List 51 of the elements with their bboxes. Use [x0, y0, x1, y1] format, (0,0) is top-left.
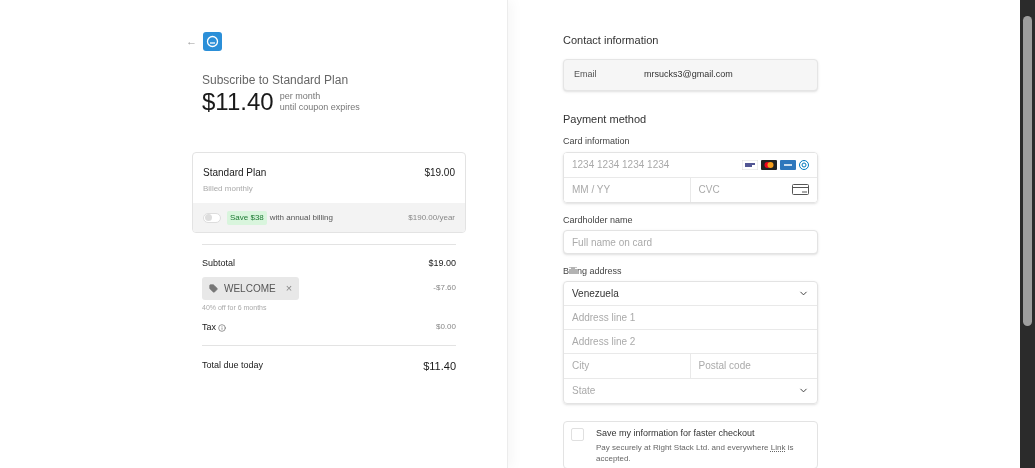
card-number-field[interactable]: 1234 1234 1234 1234 — [564, 152, 817, 178]
address-line-2-field[interactable]: Address line 2 — [564, 329, 817, 354]
cvc-card-icon — [792, 184, 809, 195]
price-note: until coupon expires — [279, 102, 360, 113]
scrollbar-thumb[interactable] — [1023, 16, 1032, 326]
subtotal-amount: $19.00 — [428, 257, 456, 270]
link[interactable]: Link — [770, 443, 786, 452]
back-button[interactable]: ← — [186, 36, 197, 47]
save-info-checkbox[interactable] — [571, 427, 584, 441]
country-select[interactable]: Venezuela — [564, 281, 817, 306]
address-line-1-field[interactable]: Address line 1 — [564, 305, 817, 330]
annual-price: $190.00/year — [408, 211, 455, 224]
expiry-field[interactable]: MM / YY — [564, 177, 691, 202]
annual-billing-label: with annual billing — [269, 211, 333, 224]
subtotal-label: Subtotal — [202, 257, 236, 270]
save-info-description: Pay securely at Right Stack Ltd. and everywhere Link is accepted. — [596, 442, 795, 464]
scrollbar[interactable] — [1020, 0, 1035, 468]
tag-icon — [209, 283, 218, 293]
info-icon[interactable] — [218, 323, 226, 332]
field-label: Billing address — [563, 265, 623, 278]
plan-name: Standard Plan — [203, 166, 267, 180]
cvc-field[interactable]: CVC — [690, 177, 817, 202]
section-title: Payment method — [563, 111, 648, 127]
tax-label: Tax — [202, 321, 216, 334]
remove-coupon-button[interactable]: × — [285, 282, 293, 294]
city-field[interactable]: City — [564, 353, 691, 378]
savings-badge: Save $38 — [227, 210, 267, 225]
coupon-code: WELCOME — [224, 281, 276, 296]
billing-period: Billed monthly — [203, 183, 254, 195]
card-brand-icon — [780, 159, 796, 170]
total-amount: $11.40 — [423, 358, 456, 374]
plan-price: $19.00 — [424, 166, 455, 180]
annual-billing-toggle[interactable] — [203, 212, 221, 223]
cardholder-name-field[interactable]: Full name on card — [563, 230, 818, 254]
discount-amount: -$7.60 — [433, 282, 456, 294]
logo-icon — [203, 32, 222, 51]
field-label: Card information — [563, 135, 631, 148]
field-label: Cardholder name — [563, 213, 634, 227]
plan-title: Subscribe to Standard Plan — [202, 72, 350, 89]
card-brand-icon — [742, 159, 758, 170]
card-brand-icon — [799, 159, 809, 170]
section-title: Contact information — [563, 33, 660, 48]
total-label: Total due today — [202, 359, 264, 372]
save-info-title: Save my information for faster checkout — [596, 426, 756, 440]
price: $11.40 — [202, 90, 274, 114]
email-label: Email — [574, 67, 598, 81]
email-value: mrsucks3@gmail.com — [644, 67, 733, 81]
card-brand-icon — [761, 159, 777, 170]
tax-amount: $0.00 — [435, 321, 456, 333]
price-period: per month — [279, 91, 322, 102]
state-select[interactable]: State — [564, 378, 817, 403]
